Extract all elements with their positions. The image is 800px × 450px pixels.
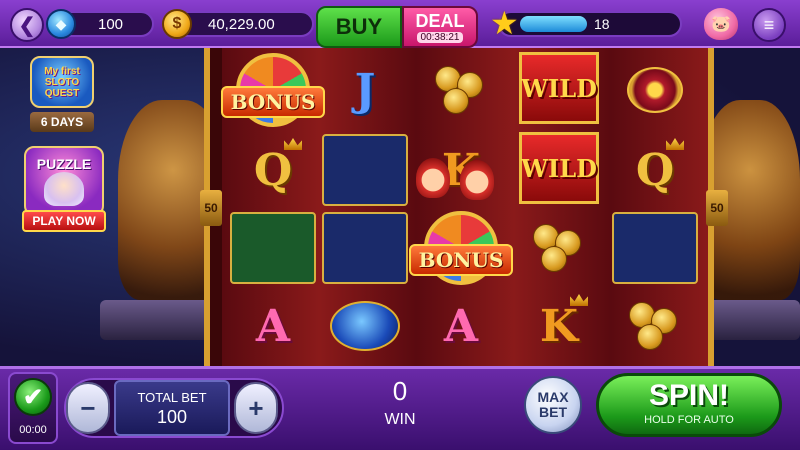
coin-stack-icon <box>431 62 491 118</box>
level-value: 18 <box>594 16 610 32</box>
reel-symbol-a: A <box>416 288 506 364</box>
piggy-bank-icon: 🐷 <box>711 16 731 33</box>
sloto-quest-promo[interactable]: My first SLOTO QUEST <box>30 56 94 108</box>
symbol-letter: A <box>255 300 291 352</box>
reel-symbol-wild: WILD <box>514 50 604 126</box>
win-label: WIN <box>384 411 416 428</box>
star-icon: ★ <box>490 5 519 41</box>
spin-button[interactable]: SPIN! HOLD FOR AUTO <box>596 373 782 437</box>
total-bet-display: TOTAL BET 100 <box>114 380 230 436</box>
wild-label: WILD <box>521 73 597 103</box>
bonus-tag: BONUS <box>220 86 326 118</box>
payline-indicator-left: 50 <box>200 190 222 226</box>
wild-label: WILD <box>521 153 597 183</box>
payline-indicator-right: 50 <box>706 190 728 226</box>
buy-button-label: BUY <box>335 14 383 39</box>
bonus-label: BONUS <box>418 248 504 272</box>
decrease-bet-button[interactable]: − <box>66 382 110 434</box>
reel-symbol-bonus: BONUS <box>220 52 326 128</box>
reel-symbol-wild: WILD <box>514 130 604 206</box>
checkmark-icon: ✔ <box>14 378 52 416</box>
symbol-tile <box>322 134 408 206</box>
coin-icon: $ <box>162 9 192 39</box>
symbol-tile <box>322 212 408 284</box>
reel-symbol-a: A <box>228 288 318 364</box>
coin-balance[interactable]: $ 40,229.00 <box>162 9 314 39</box>
symbol-tile <box>612 212 698 284</box>
symbol-tile <box>230 212 316 284</box>
reel-symbol-turtle <box>610 210 700 286</box>
coin-stack-icon <box>529 220 589 276</box>
sloto-quest-title: My first SLOTO QUEST <box>44 65 80 99</box>
deal-button[interactable]: DEAL 00:38:21 <box>402 6 478 48</box>
reel-symbol-turtle <box>320 132 410 208</box>
piggy-bank-button[interactable]: 🐷 <box>704 8 738 40</box>
coin-balance-value: 40,229.00 <box>208 15 275 33</box>
play-now-button[interactable]: PLAY NOW <box>22 210 106 232</box>
reel-symbol-q: Q <box>228 132 318 208</box>
puzzle-promo[interactable]: PUZZLE <box>24 146 104 216</box>
wild-tile: WILD <box>519 132 599 204</box>
symbol-letter: Q <box>635 144 675 196</box>
crown-icon <box>570 294 588 306</box>
reel-symbol-k: K <box>514 288 604 364</box>
gem-balance[interactable]: ◆ 100 <box>46 9 154 39</box>
spin-button-sublabel: HOLD FOR AUTO <box>644 414 734 426</box>
reel-symbol-q: Q <box>610 132 700 208</box>
symbol-letter: K <box>539 300 579 352</box>
symbol-letter: J <box>354 64 376 116</box>
buy-button[interactable]: BUY <box>316 6 402 48</box>
bonus-tag: BONUS <box>408 244 514 276</box>
wizard-icon <box>44 172 84 206</box>
kids-character-icon <box>412 156 502 206</box>
max-bet-button[interactable]: MAX BET <box>524 376 582 434</box>
reel-symbol-frog <box>228 210 318 286</box>
max-bet-label-line1: MAX <box>537 389 569 405</box>
puzzle-title: PUZZLE <box>36 156 92 172</box>
reel-symbol-coins <box>416 52 506 128</box>
sloto-quest-days-badge: 6 DAYS <box>30 112 94 132</box>
turtle-icon <box>330 301 400 351</box>
max-bet-label-line2: BET <box>539 404 567 420</box>
menu-icon: ≡ <box>763 14 775 35</box>
total-bet-label: TOTAL BET <box>137 390 207 405</box>
crown-icon <box>284 138 302 150</box>
deal-timer: 00:38:21 <box>416 31 464 43</box>
reel-symbol-coins <box>610 288 700 364</box>
win-display: 0 WIN <box>290 374 510 440</box>
reel-symbol-turtle <box>320 210 410 286</box>
gem-balance-value: 100 <box>98 15 124 33</box>
back-button[interactable]: ❮ <box>10 8 44 42</box>
reel-symbol-j: J <box>320 52 410 128</box>
level-progress[interactable]: ★ 18 <box>490 6 682 40</box>
total-bet-value: 100 <box>156 407 188 427</box>
crown-icon <box>666 138 684 150</box>
autoplay-timer: 00:00 <box>19 424 47 436</box>
spin-button-label: SPIN! <box>648 379 729 412</box>
reel-symbol-turtle <box>320 288 410 364</box>
level-progress-fill <box>520 16 587 32</box>
reel-symbol-knot <box>610 52 700 128</box>
increase-bet-button[interactable]: + <box>234 382 278 434</box>
autoplay-button[interactable]: ✔ 00:00 <box>8 372 58 444</box>
deal-button-label: DEAL <box>415 10 465 31</box>
top-bar: ❮ ◆ 100 $ 40,229.00 BUY DEAL 00:38:21 ★ … <box>0 0 800 48</box>
chinese-knot-icon <box>627 67 683 113</box>
back-arrow-icon: ❮ <box>18 14 36 37</box>
win-value: 0 <box>392 376 408 406</box>
symbol-letter: A <box>443 300 479 352</box>
reel-symbol-bonus: BONUS <box>408 210 514 286</box>
menu-button[interactable]: ≡ <box>752 8 786 42</box>
coin-stack-icon <box>625 298 685 354</box>
wild-tile: WILD <box>519 52 599 124</box>
reel-symbol-coins <box>514 210 604 286</box>
symbol-letter: Q <box>253 144 293 196</box>
gem-icon: ◆ <box>46 9 76 39</box>
bonus-label: BONUS <box>230 90 316 114</box>
